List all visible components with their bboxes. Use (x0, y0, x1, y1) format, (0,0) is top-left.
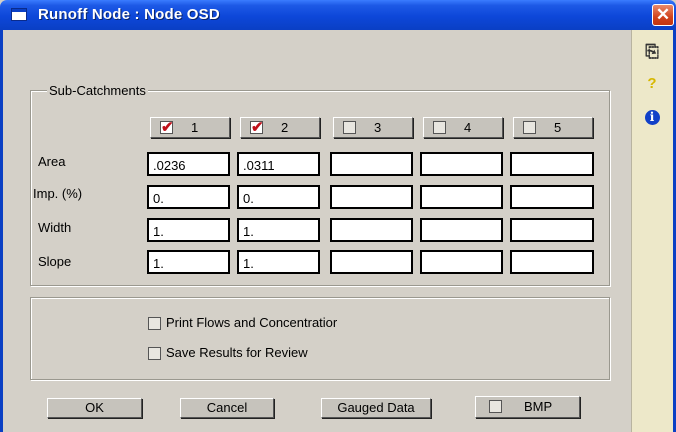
subcatchment-1-button[interactable]: 1 (150, 117, 230, 138)
imp-field-4[interactable] (420, 185, 503, 209)
info-icon[interactable]: i (632, 108, 672, 125)
imp-field-5[interactable] (510, 185, 594, 209)
subcatchment-1-checkbox[interactable] (160, 118, 174, 136)
imp-field-3[interactable] (330, 185, 413, 209)
subcatchment-3-button[interactable]: 3 (333, 117, 413, 138)
width-field-2[interactable]: 1. (237, 218, 320, 242)
bmp-checkbox[interactable] (489, 400, 502, 413)
subcatchment-3-checkbox[interactable] (343, 121, 356, 134)
print-flows-checkbox[interactable] (148, 317, 161, 330)
ok-button[interactable]: OK (47, 398, 142, 418)
width-field-5[interactable] (510, 218, 594, 242)
subcatchment-4-button[interactable]: 4 (423, 117, 503, 138)
subcatchment-2-checkbox[interactable] (250, 118, 264, 136)
gauged-data-button[interactable]: Gauged Data (321, 398, 431, 418)
imp-label: Imp. (%) (33, 186, 83, 201)
side-toolbar: ⎘ ? i (631, 30, 673, 432)
imp-field-1[interactable]: 0. (147, 185, 230, 209)
cancel-button[interactable]: Cancel (180, 398, 274, 418)
imp-field-2[interactable]: 0. (237, 185, 320, 209)
slope-field-2[interactable]: 1. (237, 250, 320, 274)
copy-icon[interactable]: ⎘ (632, 42, 672, 62)
window-title: Runoff Node : Node OSD (38, 6, 220, 23)
subcatchment-5-button[interactable]: 5 (513, 117, 593, 138)
save-results-label: Save Results for Review (166, 345, 308, 360)
slope-field-5[interactable] (510, 250, 594, 274)
subcatchment-1-number: 1 (191, 120, 199, 135)
area-field-2[interactable]: .0311 (237, 152, 320, 176)
subcatchment-3-number: 3 (374, 120, 382, 135)
area-field-1[interactable]: .0236 (147, 152, 230, 176)
width-field-4[interactable] (420, 218, 503, 242)
title-bar: Runoff Node : Node OSD ✕ (0, 0, 676, 30)
subcatchment-4-number: 4 (464, 120, 472, 135)
print-flows-label: Print Flows and Concentratior (166, 315, 338, 330)
slope-field-3[interactable] (330, 250, 413, 274)
help-icon[interactable]: ? (632, 75, 672, 92)
bmp-label: BMP (524, 399, 553, 414)
window-icon[interactable] (11, 8, 27, 21)
area-field-5[interactable] (510, 152, 594, 176)
slope-label: Slope (38, 254, 72, 269)
save-results-checkbox[interactable] (148, 347, 161, 360)
slope-field-1[interactable]: 1. (147, 250, 230, 274)
bmp-button[interactable]: BMP (475, 396, 580, 418)
width-field-3[interactable] (330, 218, 413, 242)
subcatchment-2-button[interactable]: 2 (240, 117, 320, 138)
area-label: Area (38, 154, 66, 169)
subcatchment-2-number: 2 (281, 120, 289, 135)
width-label: Width (38, 220, 72, 235)
subcatchments-legend: Sub-Catchments (47, 83, 148, 98)
options-group (30, 297, 610, 380)
close-button[interactable]: ✕ (652, 4, 674, 26)
area-field-3[interactable] (330, 152, 413, 176)
subcatchment-5-number: 5 (554, 120, 562, 135)
subcatchment-4-checkbox[interactable] (433, 121, 446, 134)
area-field-4[interactable] (420, 152, 503, 176)
slope-field-4[interactable] (420, 250, 503, 274)
subcatchment-5-checkbox[interactable] (523, 121, 536, 134)
width-field-1[interactable]: 1. (147, 218, 230, 242)
